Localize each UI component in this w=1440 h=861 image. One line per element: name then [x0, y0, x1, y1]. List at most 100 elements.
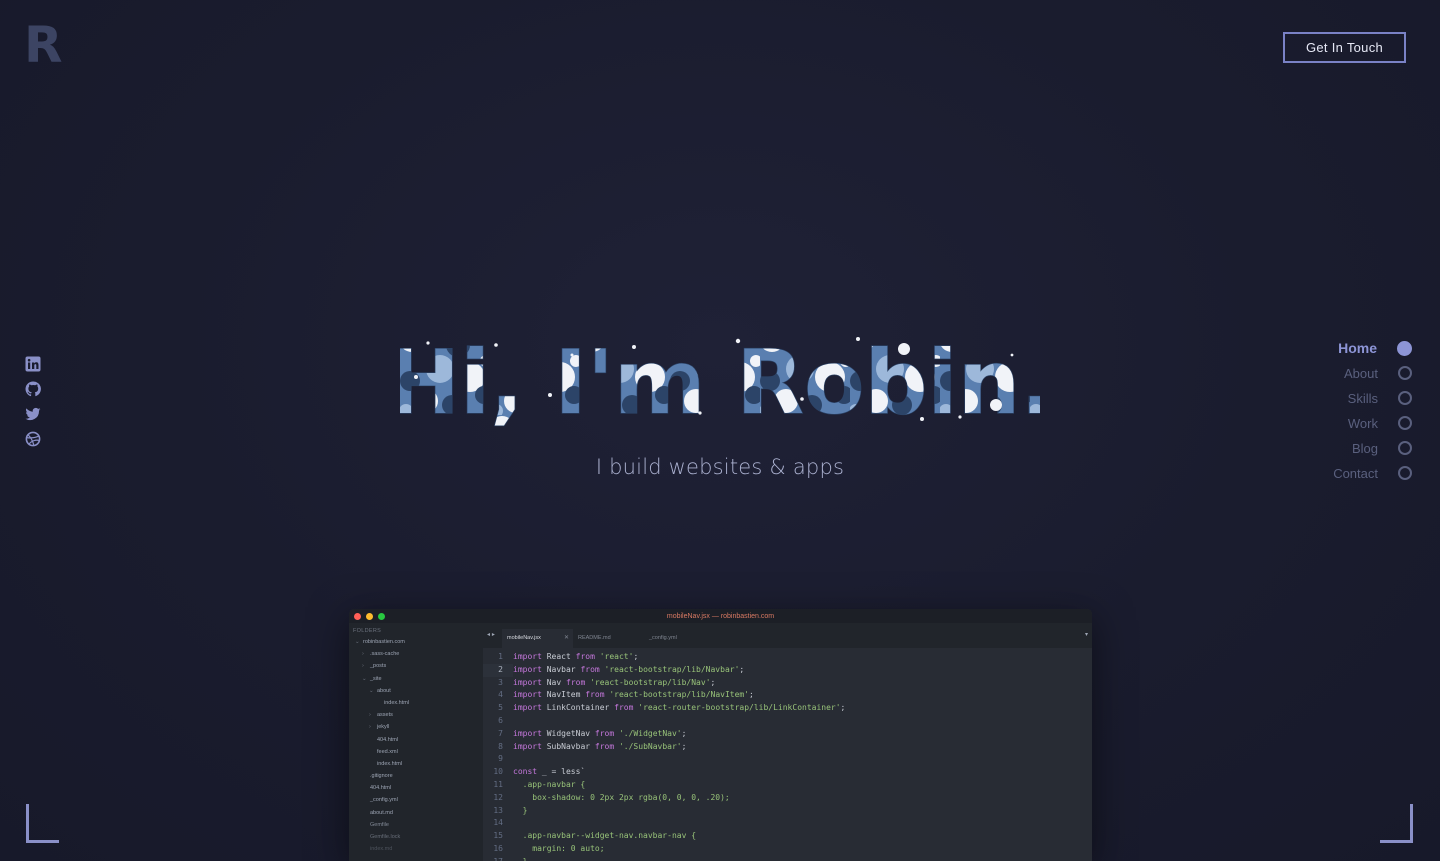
code-token: NavItem — [541, 690, 586, 700]
file-tree-label: .gitignore — [370, 773, 393, 780]
file-tree-label: Gemfile.lock — [370, 834, 401, 840]
file-tree-item: index.html — [349, 697, 483, 709]
nav-item-work[interactable]: Work — [1333, 415, 1412, 431]
logo[interactable]: R — [24, 20, 63, 70]
line-number: 5 — [498, 703, 503, 713]
code-token: 'react-bootstrap/lib/Nav' — [590, 677, 711, 687]
chevron-down-icon: ⌄ — [362, 675, 367, 682]
nav-item-label: Blog — [1351, 440, 1378, 456]
code-token: WidgetNav — [541, 728, 595, 738]
hero-title-graphic: Hi, I'm Robin. — [400, 330, 1040, 434]
line-number: 13 — [493, 805, 503, 815]
editor-title: mobileNav.jsx — robinbastien.com — [666, 612, 775, 620]
file-tree-label: _site — [370, 675, 382, 682]
code-line: 13 } — [483, 805, 1092, 818]
code-token: ; — [749, 690, 754, 700]
code-token: from — [594, 728, 615, 738]
nav-dot-indicator[interactable] — [1398, 416, 1412, 430]
nav-item-blog[interactable]: Blog — [1333, 440, 1412, 456]
nav-item-label: About — [1344, 365, 1378, 381]
file-tree-item: ⌄ robinbastien.com — [349, 636, 483, 648]
corner-bracket-left — [26, 804, 59, 843]
code-line: 3 import Nav from 'react-bootstrap/lib/Na… — [483, 677, 1092, 690]
code-token: _ = less` — [537, 767, 586, 777]
chevron-right-icon: › — [369, 724, 371, 731]
file-tree-label: _posts — [370, 663, 387, 670]
editor-tab: mobileNav.jsx ✕ — [502, 629, 573, 648]
code-text: import React from 'react'; — [513, 651, 638, 664]
code-line: 8 import SubNavbar from './SubNavbar'; — [483, 741, 1092, 754]
hero-subtitle: I build websites & apps — [595, 455, 845, 479]
code-token: import — [513, 652, 542, 661]
code-token: ; — [739, 664, 745, 674]
code-line: 6 — [483, 715, 1092, 728]
chevron-down-icon: ⌄ — [355, 639, 360, 645]
nav-dot-indicator[interactable] — [1398, 441, 1412, 455]
nav-item-home[interactable]: Home — [1333, 340, 1412, 356]
close-icon: ✕ — [563, 635, 569, 641]
nav-item-contact[interactable]: Contact — [1333, 465, 1412, 481]
file-tree-item: › jekyll — [349, 721, 483, 733]
nav-item-label: Home — [1338, 340, 1377, 356]
code-token: } — [513, 857, 528, 861]
code-token: } — [513, 805, 528, 815]
code-line: 1 import React from 'react'; — [483, 651, 1092, 664]
file-tree-item: Gemfile.lock — [349, 831, 483, 843]
code-token: from — [580, 664, 600, 674]
nav-dot-indicator[interactable] — [1398, 391, 1412, 405]
file-tree-item: › assets — [349, 709, 483, 721]
file-tree-label: .sass-cache — [370, 651, 400, 658]
code-token: './SubNavbar' — [618, 741, 682, 751]
line-number: 1 — [498, 652, 503, 661]
file-tree-label: assets — [377, 712, 393, 719]
line-number: 9 — [498, 754, 503, 764]
code-text: import LinkContainer from 'react-router-… — [513, 702, 845, 715]
nav-item-label: Contact — [1333, 465, 1378, 481]
code-text: import NavItem from 'react-bootstrap/lib… — [513, 689, 754, 702]
file-tree-item: › .sass-cache — [349, 648, 483, 660]
code-token: const — [513, 767, 538, 777]
line-number: 16 — [493, 843, 503, 853]
nav-dot-indicator[interactable] — [1398, 366, 1412, 380]
code-text: } — [513, 856, 528, 861]
code-line: 15 .app-navbar--widget-nav.navbar-nav { — [483, 830, 1092, 843]
code-text: import Nav from 'react-bootstrap/lib/Nav… — [513, 677, 715, 690]
code-token: ; — [840, 703, 846, 713]
file-tree-item: 404.html — [349, 734, 483, 746]
code-token: SubNavbar — [541, 741, 595, 751]
line-number: 15 — [493, 831, 503, 841]
line-number: 10 — [493, 767, 503, 777]
get-in-touch-button[interactable]: Get In Touch — [1283, 32, 1406, 63]
section-nav: Home About Skills Work Blog Contact — [1333, 340, 1412, 481]
file-tree-item: ⌄ about — [349, 685, 483, 697]
code-text: box-shadow: 0 2px 2px rgba(0, 0, 0, .20)… — [513, 792, 729, 805]
line-number: 6 — [498, 715, 503, 725]
file-tree-label: 404.html — [370, 785, 392, 792]
code-token: .app-navbar { — [513, 779, 586, 789]
nav-dot-indicator[interactable] — [1397, 340, 1412, 356]
line-number: 4 — [498, 690, 503, 700]
code-token: from — [566, 677, 586, 687]
code-token: 'react-bootstrap/lib/Navbar' — [604, 664, 740, 674]
file-tree-item: ⌄ _site — [349, 673, 483, 685]
code-editor-screenshot: mobileNav.jsx — robinbastien.com FOLDERS… — [349, 609, 1092, 861]
code-token: import — [513, 664, 542, 674]
nav-dot-indicator[interactable] — [1398, 466, 1412, 480]
code-line: 12 box-shadow: 0 2px 2px rgba(0, 0, 0, .… — [483, 792, 1092, 805]
code-token: 'react' — [599, 652, 634, 661]
code-text: margin: 0 auto; — [513, 843, 605, 856]
code-line: 4 import NavItem from 'react-bootstrap/li… — [483, 689, 1092, 702]
code-token: margin: 0 auto; — [513, 843, 605, 853]
line-number: 3 — [498, 677, 503, 687]
editor-tab-label: mobileNav.jsx — [507, 635, 541, 641]
code-text: import WidgetNav from './WidgetNav'; — [513, 728, 686, 741]
line-number: 11 — [493, 779, 503, 789]
nav-item-skills[interactable]: Skills — [1333, 390, 1412, 406]
code-line: 17 } — [483, 856, 1092, 861]
code-token: from — [585, 690, 605, 700]
code-token: 'react-router-bootstrap/lib/LinkContaine… — [638, 703, 841, 713]
file-tree-label: _config.yml — [370, 797, 398, 804]
code-line: 2 import Navbar from 'react-bootstrap/lib… — [483, 663, 1092, 677]
nav-item-about[interactable]: About — [1333, 365, 1412, 381]
code-line: 5 import LinkContainer from 'react-router… — [483, 702, 1092, 715]
